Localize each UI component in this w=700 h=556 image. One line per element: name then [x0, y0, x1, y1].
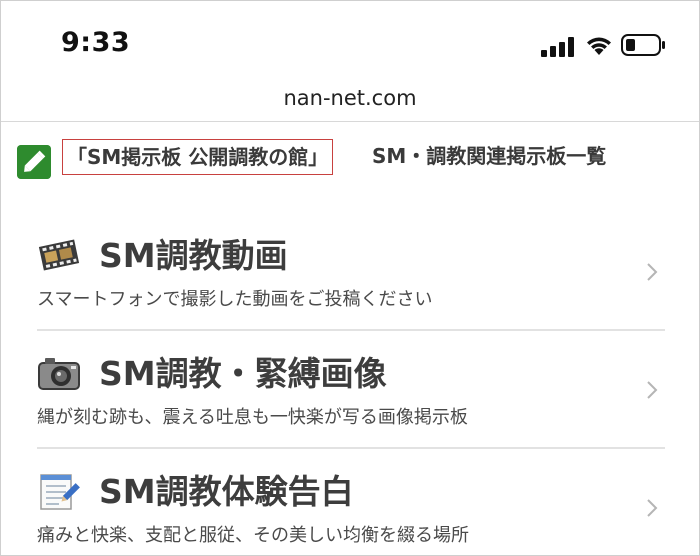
board-item-description: スマートフォンで撮影した動画をご投稿ください [37, 289, 433, 310]
address-bar[interactable]: nan-net.com [1, 77, 699, 122]
film-icon [38, 239, 80, 271]
page-header: 「SM掲示板 公開調教の館」 SM・調教関連掲示板一覧 [17, 139, 687, 179]
site-title[interactable]: 「SM掲示板 公開調教の館」 [62, 139, 334, 175]
camera-icon [38, 358, 80, 390]
status-time: 9:33 [61, 27, 131, 58]
chevron-right-icon [647, 381, 658, 399]
board-item-images[interactable]: SM調教・緊縛画像 縄が刻む跡も、震える吐息も一快楽が写る画像掲示板 [37, 331, 665, 449]
board-item-video[interactable]: SM調教動画 スマートフォンで撮影した動画をご投稿ください [37, 213, 665, 331]
board-item-title: SM調教・緊縛画像 [99, 354, 387, 393]
board-item-confessions[interactable]: SM調教体験告白 痛みと快楽、支配と服従、その美しい均衡を綴る場所 [37, 449, 665, 555]
board-list: SM調教動画 スマートフォンで撮影した動画をご投稿ください SM調教・緊縛画像 … [37, 213, 665, 555]
board-item-title: SM調教動画 [99, 236, 288, 275]
board-item-description: 縄が刻む跡も、震える吐息も一快楽が写る画像掲示板 [37, 407, 468, 428]
cellular-signal-icon [541, 37, 574, 57]
chevron-right-icon [647, 499, 658, 517]
board-item-title: SM調教体験告白 [99, 472, 354, 511]
page-subtitle: SM・調教関連掲示板一覧 [372, 144, 607, 168]
status-bar: 9:33 [1, 1, 699, 77]
notepad-icon [40, 474, 80, 510]
wifi-icon [587, 37, 611, 55]
phone-screen: 9:33 nan-net.com 「SM掲示板 公開調教の館」 SM・調教関連掲… [0, 0, 700, 556]
chevron-right-icon [647, 263, 658, 281]
board-item-description: 痛みと快楽、支配と服従、その美しい均衡を綴る場所 [37, 525, 469, 546]
pencil-icon [17, 145, 51, 179]
battery-icon [621, 34, 665, 56]
url-text: nan-net.com [283, 86, 417, 110]
